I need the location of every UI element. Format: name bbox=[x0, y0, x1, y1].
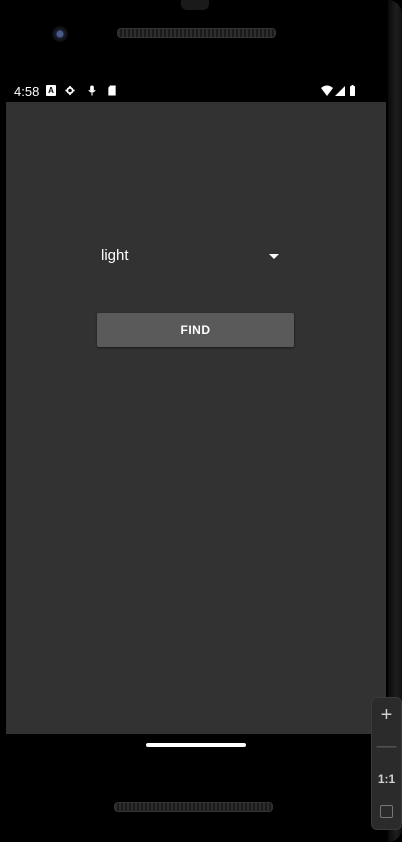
dropdown-arrow-icon bbox=[269, 254, 279, 259]
zoom-out-button[interactable]: — bbox=[372, 731, 401, 761]
top-notch bbox=[181, 0, 209, 10]
spinner-selected-value: light bbox=[101, 247, 129, 264]
actual-size-button[interactable]: 1:1 bbox=[372, 764, 401, 794]
signal-icon bbox=[335, 86, 345, 96]
a-badge-icon: A bbox=[46, 85, 56, 96]
phone-frame: 4:58 A light FIND + — 1:1 bbox=[0, 0, 402, 842]
front-camera bbox=[52, 26, 68, 42]
mic-icon bbox=[88, 85, 96, 96]
battery-icon bbox=[350, 86, 355, 96]
status-bar: 4:58 A bbox=[6, 80, 386, 102]
app-screen: light FIND bbox=[6, 102, 386, 734]
fit-to-window-icon bbox=[380, 805, 393, 818]
bottom-speaker bbox=[114, 802, 273, 812]
status-time: 4:58 bbox=[14, 84, 40, 99]
emulator-zoom-toolbar: + — 1:1 bbox=[371, 697, 402, 830]
sd-card-icon bbox=[108, 85, 116, 96]
status-right-icons bbox=[321, 85, 355, 96]
wifi-icon bbox=[321, 85, 333, 96]
earpiece-speaker bbox=[117, 28, 276, 38]
find-button[interactable]: FIND bbox=[97, 313, 294, 347]
gesture-nav-handle[interactable] bbox=[146, 743, 246, 747]
zoom-in-button[interactable]: + bbox=[372, 700, 401, 730]
theme-spinner[interactable]: light bbox=[97, 237, 287, 277]
gear-icon bbox=[65, 85, 75, 96]
fit-to-window-button[interactable] bbox=[372, 797, 401, 827]
